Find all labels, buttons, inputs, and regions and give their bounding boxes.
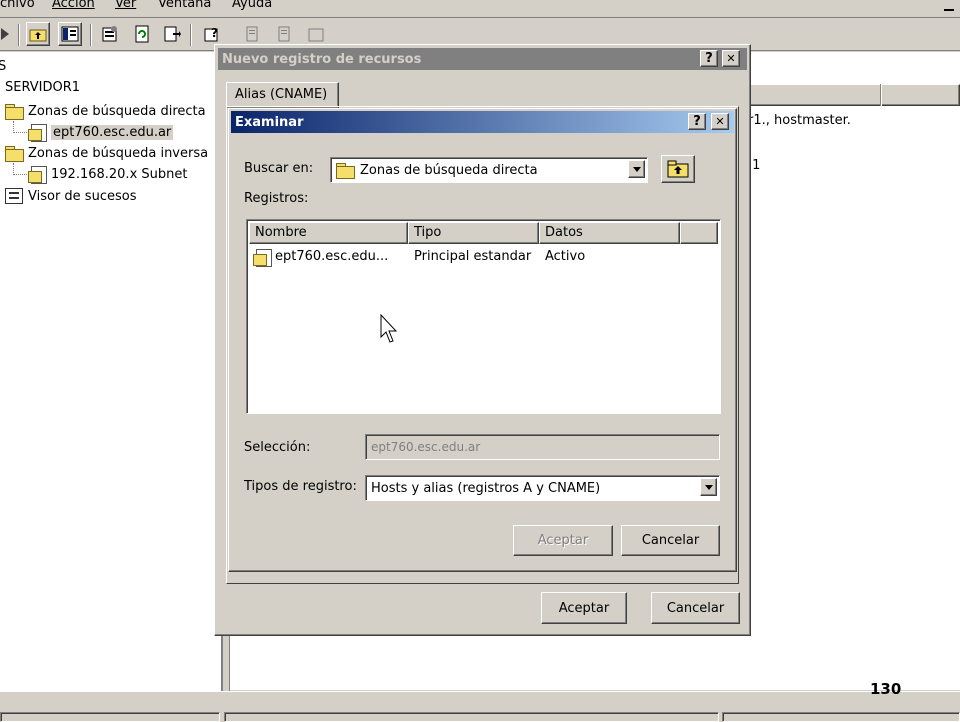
event-viewer-icon [5,188,23,204]
column-header-label: Nombre [255,224,307,240]
cell-name: ept760.esc.edu... [275,249,389,264]
menu-accion[interactable]: Acción [52,0,95,11]
tree-reverse-zones[interactable]: Zonas de búsqueda inversa [5,143,208,163]
record-types-value: Hosts y alias (registros A y CNAME) [371,480,601,496]
tree-forward-zones[interactable]: Zonas de búsqueda directa [5,101,206,121]
look-in-combo[interactable]: Zonas de búsqueda directa [330,157,648,183]
mouse-pointer-icon [380,314,398,343]
tree-line [13,132,27,133]
tree-reverse-zone-item[interactable]: 192.168.20.x Subnet [28,164,187,184]
tree-label: 192.168.20.x Subnet [51,166,188,182]
selection-field: ept760.esc.edu.ar [365,434,720,460]
browse-dialog-title: Examinar [235,114,304,130]
outer-ok-button[interactable]: Aceptar [541,592,627,624]
outer-dialog-titlebar: Nuevo registro de recursos [218,48,747,70]
close-icon[interactable]: ✕ [722,50,740,67]
browse-ok-button[interactable]: Aceptar [513,525,613,556]
pane-divider [222,636,230,691]
up-folder-icon[interactable] [26,22,50,46]
menu-archivo[interactable]: chivo [0,0,35,11]
folder-icon [5,146,24,162]
record-types-label: Tipos de registro: [244,479,357,494]
properties-icon[interactable] [98,22,122,46]
look-in-value: Zonas de búsqueda directa [360,162,538,178]
folder-icon [336,163,355,179]
tree-line [13,174,27,175]
menu-bar: chivo Acción Ver Ventana Ayuda [0,0,960,18]
menu-ver[interactable]: Ver [115,0,136,11]
record-icon[interactable] [240,22,264,46]
browse-dialog-titlebar: Examinar [231,111,734,133]
chevron-down-icon[interactable] [628,160,645,178]
refresh-icon[interactable] [130,22,154,46]
outer-cancel-button[interactable]: Cancelar [651,592,740,624]
selection-value: ept760.esc.edu.ar [371,440,481,454]
up-folder-icon [667,160,689,178]
browse-cancel-button[interactable]: Cancelar [621,525,720,556]
table-row[interactable]: ept760.esc.edu... Principal estandar Act… [253,247,713,267]
column-header-empty [680,222,718,244]
cell-type: Principal estandar [414,249,532,264]
look-in-label: Buscar en: [244,161,314,176]
tab-alias-cname[interactable]: Alias (CNAME) [226,82,339,108]
record-icon[interactable] [304,22,328,46]
menu-ayuda[interactable]: Ayuda [232,0,272,11]
help-button[interactable]: ? [700,50,718,67]
status-panel [0,712,220,722]
dns-zone-icon [28,166,47,184]
column-divider [880,84,882,106]
toolbar-separator [190,24,192,46]
tree-label: Visor de sucesos [28,188,137,204]
tree-root[interactable]: S [0,59,6,74]
browse-help-button[interactable]: ? [688,113,706,130]
slide-number: 130 [870,680,902,698]
status-panel [722,712,960,722]
close-icon[interactable]: ✕ [711,113,729,130]
menu-ventana[interactable]: Ventana [158,0,211,11]
record-types-combo[interactable]: Hosts y alias (registros A y CNAME) [365,475,720,501]
show-tree-icon[interactable] [58,22,82,46]
chevron-down-icon[interactable] [700,478,717,496]
status-panel [224,712,719,722]
tree-label: ept760.esc.edu.ar [51,124,174,140]
dns-zone-icon [28,124,47,142]
toolbar-separator [90,24,92,46]
records-label: Registros: [244,191,309,206]
outer-dialog-title: Nuevo registro de recursos [222,51,422,67]
column-header-label: Tipo [414,224,442,240]
cell-data: Activo [545,249,586,264]
records-list: Nombre Tipo Datos ept760.esc.edu... Prin… [246,219,721,414]
tree-forward-zone-item[interactable]: ept760.esc.edu.ar [28,122,174,142]
window-restore-icon[interactable] [940,2,956,16]
help-icon[interactable]: ? [200,22,224,46]
tree-server[interactable]: SERVIDOR1 [5,80,80,95]
tree-label: Zonas de búsqueda directa [28,103,206,119]
folder-icon [5,104,24,120]
up-one-level-button[interactable] [661,155,695,183]
record-icon[interactable] [272,22,296,46]
forward-arrow-icon[interactable] [0,22,18,46]
selection-label: Selección: [244,440,311,455]
status-bar [0,691,960,722]
list-cell: r1., hostmaster. [748,113,851,128]
tree-event-viewer[interactable]: Visor de sucesos [5,186,136,206]
svg-text:?: ? [211,26,218,40]
column-header-label: Datos [545,224,583,240]
export-list-icon[interactable] [160,22,184,46]
toolbar-separator [18,24,20,46]
tree-label: Zonas de búsqueda inversa [28,145,209,161]
